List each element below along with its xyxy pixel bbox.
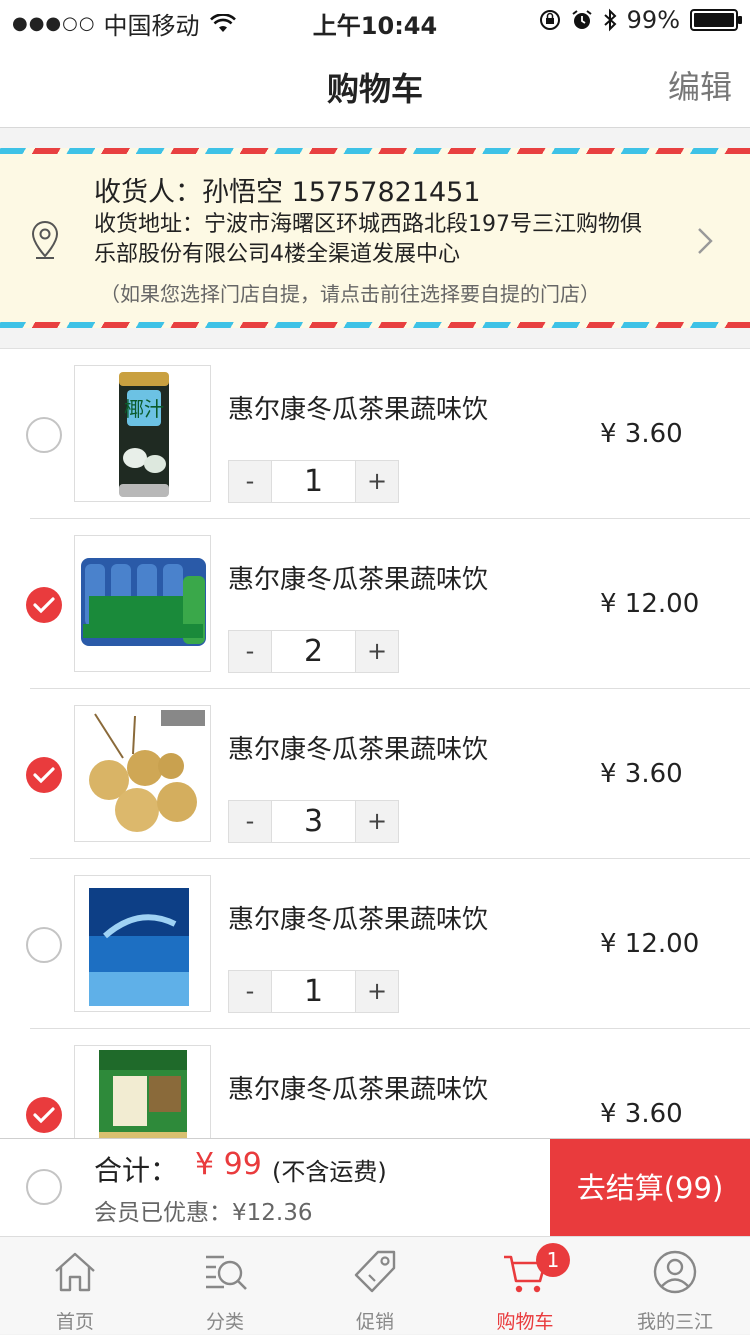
shipping-address: 收货地址：宁波市海曙区环城西路北段197号三江购物俱乐部股份有限公司4楼全渠道发… (94, 212, 642, 267)
nav-bar: 购物车 编辑 (0, 40, 750, 128)
bottle-pack-image (81, 558, 206, 646)
total-amount: ¥ 99 (195, 1147, 262, 1182)
tab-label: 分类 (205, 1311, 244, 1333)
product-price: ¥ 12.00 (600, 929, 700, 959)
item-checkbox[interactable] (26, 927, 62, 963)
item-checkbox[interactable] (26, 587, 62, 623)
longan-image (89, 710, 205, 832)
product-thumbnail[interactable] (74, 875, 211, 1012)
tab-cart[interactable]: 1 购物车 (450, 1237, 600, 1335)
tab-label: 促销 (355, 1311, 394, 1333)
product-name: 惠尔康冬瓜茶果蔬味饮 (228, 565, 489, 595)
item-checkbox[interactable] (26, 417, 62, 453)
cart-item: 惠尔康冬瓜茶果蔬味饮 ¥ 12.00 - 2 + (0, 519, 750, 689)
checkout-bar: 合计： ¥ 99 (不含运费) 会员已优惠：¥12.36 去结算(99) (0, 1138, 750, 1237)
product-price: ¥ 12.00 (600, 589, 700, 619)
cart-item: 惠尔康冬瓜茶果蔬味饮 ¥ 3.60 - 3 + (0, 689, 750, 859)
cart-item: 椰汁 惠尔康冬瓜茶果蔬味饮 ¥ 3.60 - 1 + (0, 349, 750, 519)
tab-label: 首页 (55, 1311, 94, 1333)
item-checkbox[interactable] (26, 1097, 62, 1133)
checkmark-icon (33, 1107, 55, 1124)
tab-home[interactable]: 首页 (0, 1237, 150, 1335)
product-name: 惠尔康冬瓜茶果蔬味饮 (228, 905, 489, 935)
page-title: 购物车 (326, 70, 423, 108)
cart-item: 惠尔康冬瓜茶果蔬味饮 ¥ 12.00 - 1 + (0, 859, 750, 1029)
tab-promotion[interactable]: 促销 (300, 1237, 450, 1335)
product-price: ¥ 3.60 (600, 419, 683, 449)
quantity-value[interactable]: 1 (271, 971, 356, 1012)
bluetooth-icon (603, 8, 617, 32)
chevron-right-icon (698, 228, 713, 254)
item-checkbox[interactable] (26, 757, 62, 793)
quantity-value[interactable]: 1 (271, 461, 356, 502)
total-label: 合计： (94, 1154, 179, 1187)
cart-item: 惠尔康冬瓜茶果蔬味饮 ¥ 3.60 - 1 + (0, 1029, 750, 1138)
rice-bag-image (99, 1050, 187, 1138)
product-thumbnail[interactable] (74, 535, 211, 672)
svg-text:椰汁: 椰汁 (124, 397, 164, 421)
tab-bar: 首页 分类 促销 1 购物车 我的三江 (0, 1236, 750, 1334)
tab-label: 我的三江 (636, 1311, 713, 1333)
decrease-quantity-button[interactable]: - (229, 461, 271, 502)
airmail-stripe-top (0, 148, 750, 154)
quantity-stepper: - 3 + (228, 800, 399, 843)
decrease-quantity-button[interactable]: - (229, 801, 271, 842)
product-name: 惠尔康冬瓜茶果蔬味饮 (228, 395, 489, 425)
gum-box-image (89, 888, 189, 1006)
product-name: 惠尔康冬瓜茶果蔬味饮 (228, 735, 489, 765)
cart-count-badge: 1 (536, 1243, 570, 1277)
decrease-quantity-button[interactable]: - (229, 971, 271, 1012)
coconut-can-image: 椰汁 (119, 372, 169, 497)
status-right: 99% (539, 6, 742, 34)
quantity-stepper: - 1 + (228, 460, 399, 503)
battery-icon (690, 9, 742, 31)
category-search-icon (206, 1255, 247, 1290)
quantity-stepper: - 1 + (228, 970, 399, 1013)
profile-icon (653, 1250, 697, 1294)
product-thumbnail[interactable]: 椰汁 (74, 365, 211, 502)
member-discount: 会员已优惠：¥12.36 (94, 1200, 313, 1226)
tab-profile[interactable]: 我的三江 (600, 1237, 750, 1335)
increase-quantity-button[interactable]: + (356, 631, 398, 672)
select-all-checkbox[interactable] (26, 1169, 62, 1205)
increase-quantity-button[interactable]: + (356, 801, 398, 842)
recipient-info: 收货人：孙悟空 15757821451 (94, 177, 481, 208)
edit-button[interactable]: 编辑 (668, 62, 732, 108)
battery-level (694, 13, 734, 27)
shipping-note: (不含运费) (272, 1158, 387, 1186)
airmail-stripe-bottom (0, 322, 750, 328)
product-name: 惠尔康冬瓜茶果蔬味饮 (228, 1075, 489, 1105)
increase-quantity-button[interactable]: + (356, 971, 398, 1012)
product-thumbnail[interactable] (74, 1045, 211, 1138)
tab-category[interactable]: 分类 (150, 1237, 300, 1335)
product-thumbnail[interactable] (74, 705, 211, 842)
tab-label: 购物车 (496, 1311, 554, 1333)
quantity-value[interactable]: 3 (271, 801, 356, 842)
address-card[interactable]: 收货人：孙悟空 15757821451 收货地址：宁波市海曙区环城西路北段197… (0, 148, 750, 328)
cart-list[interactable]: 椰汁 惠尔康冬瓜茶果蔬味饮 ¥ 3.60 - 1 + 惠尔康冬瓜茶果蔬味饮 ¥ … (0, 348, 750, 1138)
battery-percent: 99% (626, 6, 680, 34)
checkmark-icon (33, 767, 55, 784)
checkout-button[interactable]: 去结算(99) (550, 1139, 750, 1237)
product-price: ¥ 3.60 (600, 1099, 683, 1129)
tag-icon (354, 1250, 396, 1293)
decrease-quantity-button[interactable]: - (229, 631, 271, 672)
pickup-hint: （如果您选择门店自提，请点击前往选择要自提的门店） (100, 282, 600, 306)
location-pin-icon (31, 220, 59, 259)
quantity-value[interactable]: 2 (271, 631, 356, 672)
orientation-lock-icon (539, 10, 560, 30)
status-bar: ●●●○○ 中国移动 上午10:44 99% (0, 0, 750, 40)
product-price: ¥ 3.60 (600, 759, 683, 789)
alarm-icon (572, 10, 592, 29)
increase-quantity-button[interactable]: + (356, 461, 398, 502)
checkmark-icon (33, 597, 55, 614)
quantity-stepper: - 2 + (228, 630, 399, 673)
home-icon (55, 1252, 95, 1292)
